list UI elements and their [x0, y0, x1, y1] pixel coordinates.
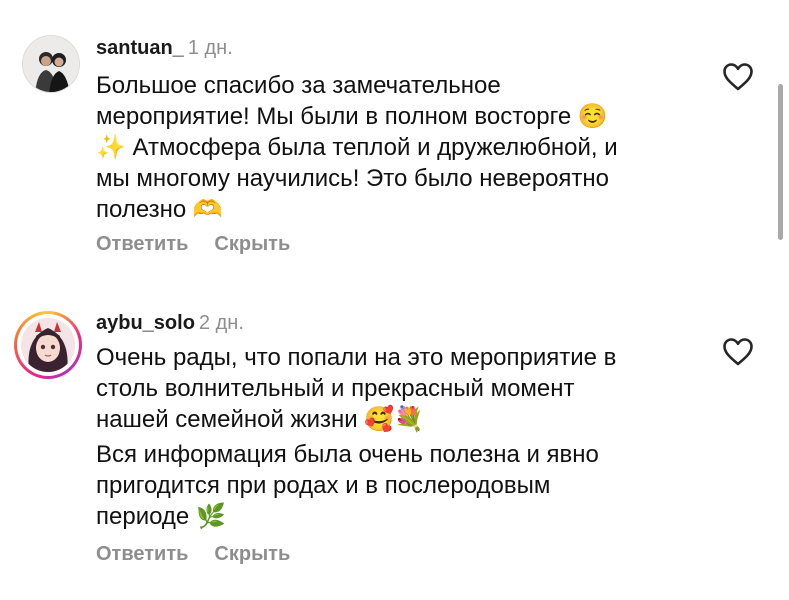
- comment-line: Большое спасибо за замечательное: [96, 72, 501, 99]
- heart-outline-icon[interactable]: [722, 62, 754, 92]
- comment-actions: Ответить Скрыть: [96, 232, 316, 256]
- story-ring-gap: [17, 314, 79, 376]
- story-ring[interactable]: [14, 311, 82, 379]
- reply-button[interactable]: Ответить: [96, 542, 188, 566]
- comment-text: Очень рады, что попали на это мероприяти…: [96, 342, 696, 532]
- comment-line: мероприятие! Мы были в полном восторге ☺…: [96, 103, 608, 130]
- avatar-illustration: [21, 318, 75, 372]
- comment-line: Очень рады, что попали на это мероприяти…: [96, 344, 617, 371]
- timestamp: 1 дн.: [187, 37, 233, 59]
- avatar-photo: [23, 36, 79, 92]
- scrollbar[interactable]: [778, 84, 783, 240]
- comment-line: столь волнительный и прекрасный момент: [96, 375, 575, 402]
- comment-meta: aybu_solo 2 дн.: [96, 311, 244, 335]
- avatar: [21, 318, 75, 372]
- comment-line: Вся информация была очень полезна и явно: [96, 441, 599, 468]
- comment-line: мы многому научились! Это было невероятн…: [96, 165, 610, 192]
- comment-meta: santuan_ 1 дн.: [96, 36, 233, 60]
- hide-button[interactable]: Скрыть: [214, 232, 290, 256]
- timestamp: 2 дн.: [198, 312, 244, 334]
- heart-outline-icon[interactable]: [722, 337, 754, 367]
- comment-line: ✨ Атмосфера была теплой и дружелюбной, и: [96, 134, 618, 161]
- comment-line: периоде 🌿: [96, 503, 226, 530]
- comment-line: полезно 🫶: [96, 196, 223, 223]
- comment-line: нашей семейной жизни 🥰💐: [96, 406, 425, 433]
- comment-text: Большое спасибо за замечательное меропри…: [96, 70, 696, 225]
- hide-button[interactable]: Скрыть: [214, 542, 290, 566]
- avatar[interactable]: [22, 35, 80, 93]
- comment-actions: Ответить Скрыть: [96, 542, 316, 566]
- username[interactable]: santuan_: [96, 37, 184, 59]
- username[interactable]: aybu_solo: [96, 312, 195, 334]
- comment-line: пригодится при родах и в послеродовым: [96, 472, 551, 499]
- reply-button[interactable]: Ответить: [96, 232, 188, 256]
